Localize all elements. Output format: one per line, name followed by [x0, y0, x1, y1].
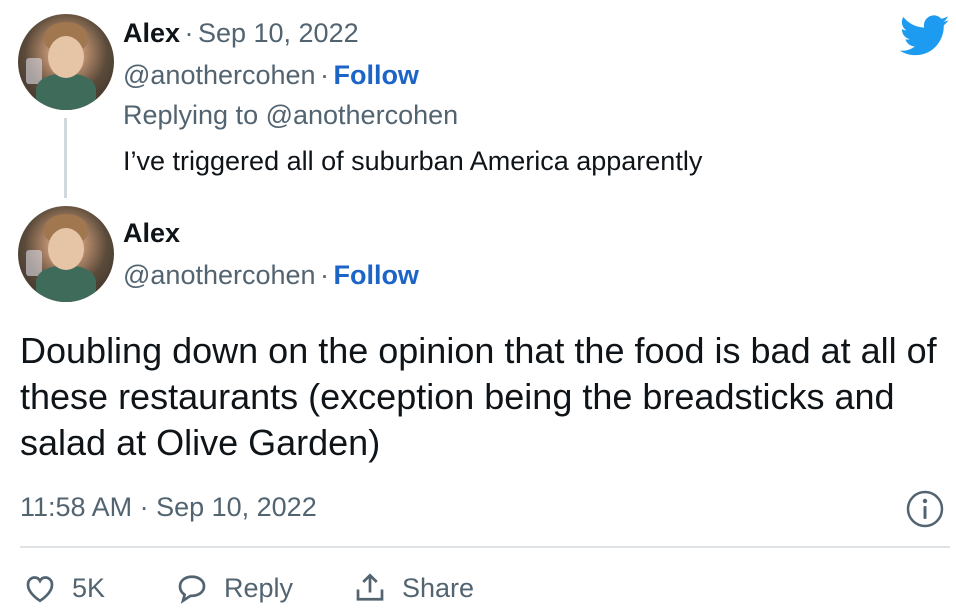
share-button[interactable]: Share — [352, 568, 474, 608]
divider — [20, 546, 950, 548]
parent-tweet-handle-row: @anothercohen · Follow — [123, 60, 419, 91]
handle-separator: · — [320, 60, 329, 90]
likes-count: 5K — [72, 572, 106, 603]
reply-button[interactable]: Reply — [174, 568, 293, 608]
main-tweet-text: Doubling down on the opinion that the fo… — [20, 330, 937, 463]
author-name[interactable]: Alex — [123, 218, 180, 248]
tweet-timestamp[interactable]: 11:58 AM · Sep 10, 2022 — [20, 492, 317, 523]
header-separator: · — [184, 18, 194, 48]
avatar[interactable] — [18, 14, 114, 110]
thread-connector-line — [64, 118, 67, 198]
parent-tweet-text: I’ve triggered all of suburban America a… — [123, 146, 703, 176]
avatar-shirt — [36, 74, 96, 110]
share-icon — [356, 573, 384, 601]
parent-tweet-header: Alex · Sep 10, 2022 — [123, 18, 359, 49]
main-tweet-header: Alex — [123, 218, 180, 249]
author-name[interactable]: Alex — [123, 18, 180, 48]
speech-bubble-icon — [178, 575, 206, 604]
handle-separator: · — [320, 260, 329, 290]
reply-label: Reply — [224, 572, 294, 603]
avatar-face — [48, 36, 84, 78]
avatar[interactable] — [18, 206, 114, 302]
main-tweet-handle-row: @anothercohen · Follow — [123, 260, 419, 291]
info-icon[interactable] — [905, 489, 945, 529]
like-button[interactable]: 5K — [22, 568, 105, 608]
follow-button[interactable]: Follow — [333, 60, 418, 90]
tweet-date[interactable]: Sep 10, 2022 — [198, 18, 359, 48]
replying-to-label[interactable]: Replying to @anothercohen — [123, 100, 458, 131]
twitter-bird-icon[interactable] — [900, 14, 950, 58]
avatar-face — [48, 228, 84, 270]
share-label: Share — [402, 572, 475, 603]
follow-button[interactable]: Follow — [333, 260, 418, 290]
author-handle[interactable]: @anothercohen — [123, 260, 316, 290]
author-handle[interactable]: @anothercohen — [123, 60, 316, 90]
heart-icon — [26, 576, 54, 603]
avatar-shirt — [36, 266, 96, 302]
